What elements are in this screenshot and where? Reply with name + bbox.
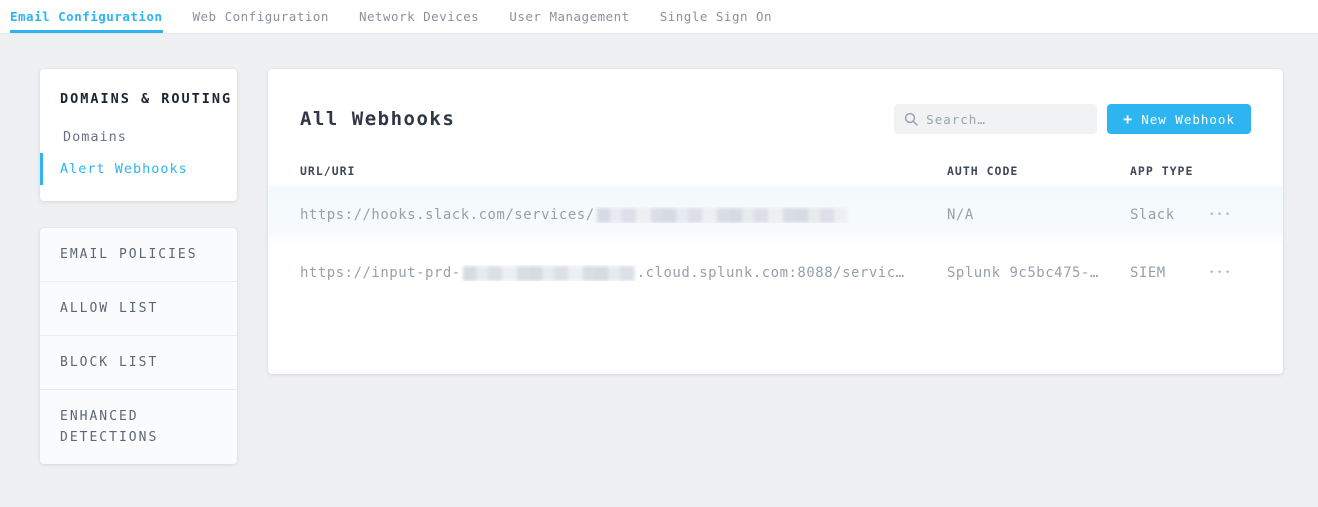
app-type-cell: Slack <box>1130 207 1207 223</box>
new-webhook-button[interactable]: + New Webhook <box>1107 104 1251 134</box>
webhook-url-prefix: https://input-prd- <box>300 265 461 281</box>
tab-network-devices[interactable]: Network Devices <box>359 0 479 33</box>
redacted-url-blur <box>597 208 847 223</box>
webhook-url-cell: https://hooks.slack.com/services/ <box>300 207 947 223</box>
table-row[interactable]: https://hooks.slack.com/services/ N/A Sl… <box>268 186 1283 244</box>
tab-single-sign-on[interactable]: Single Sign On <box>660 0 772 33</box>
new-webhook-label: New Webhook <box>1141 112 1235 127</box>
webhook-url-prefix: https://hooks.slack.com/services/ <box>300 207 595 223</box>
webhooks-panel: All Webhooks + New Webhook URL/URI AUTH … <box>268 69 1283 374</box>
domains-routing-heading: DOMAINS & ROUTING <box>40 91 237 107</box>
sidebar-item-email-policies[interactable]: EMAIL POLICIES <box>40 228 237 282</box>
column-header-app-type: APP TYPE <box>1130 164 1207 178</box>
column-header-menu <box>1207 164 1251 178</box>
tab-user-management[interactable]: User Management <box>509 0 629 33</box>
search-icon <box>904 112 918 126</box>
row-menu-button[interactable]: ••• <box>1207 206 1235 224</box>
sidebar-item-block-list[interactable]: BLOCK LIST <box>40 336 237 390</box>
column-header-url-uri: URL/URI <box>300 164 947 178</box>
auth-code-cell: Splunk 9c5bc475-… <box>947 265 1130 281</box>
row-menu-button[interactable]: ••• <box>1207 264 1235 282</box>
webhook-url-suffix: .cloud.splunk.com:8088/servic… <box>637 265 905 281</box>
webhook-url-cell: https://input-prd- .cloud.splunk.com:808… <box>300 265 947 281</box>
domains-routing-card: DOMAINS & ROUTING Domains Alert Webhooks <box>40 69 237 201</box>
sidebar: DOMAINS & ROUTING Domains Alert Webhooks… <box>40 69 237 464</box>
redacted-url-blur <box>463 266 635 281</box>
search-box[interactable] <box>894 104 1097 134</box>
top-nav: Email Configuration Web Configuration Ne… <box>0 0 1318 34</box>
plus-icon: + <box>1123 112 1133 127</box>
search-input[interactable] <box>926 112 1087 127</box>
page-body: DOMAINS & ROUTING Domains Alert Webhooks… <box>0 34 1318 464</box>
app-type-cell: SIEM <box>1130 265 1207 281</box>
tab-email-configuration[interactable]: Email Configuration <box>10 0 163 33</box>
auth-code-cell: N/A <box>947 207 1130 223</box>
column-header-auth-code: AUTH CODE <box>947 164 1130 178</box>
sidebar-sections-card: EMAIL POLICIES ALLOW LIST BLOCK LIST ENH… <box>40 228 237 464</box>
sidebar-item-enhanced-detections[interactable]: ENHANCED DETECTIONS <box>40 390 237 464</box>
sidebar-item-domains[interactable]: Domains <box>40 121 237 153</box>
sidebar-item-alert-webhooks[interactable]: Alert Webhooks <box>40 153 237 185</box>
table-header: URL/URI AUTH CODE APP TYPE <box>268 156 1283 186</box>
table-row[interactable]: https://input-prd- .cloud.splunk.com:808… <box>268 244 1283 302</box>
tab-web-configuration[interactable]: Web Configuration <box>193 0 329 33</box>
panel-header: All Webhooks + New Webhook <box>268 69 1283 156</box>
sidebar-item-allow-list[interactable]: ALLOW LIST <box>40 282 237 336</box>
page-title: All Webhooks <box>300 108 455 130</box>
